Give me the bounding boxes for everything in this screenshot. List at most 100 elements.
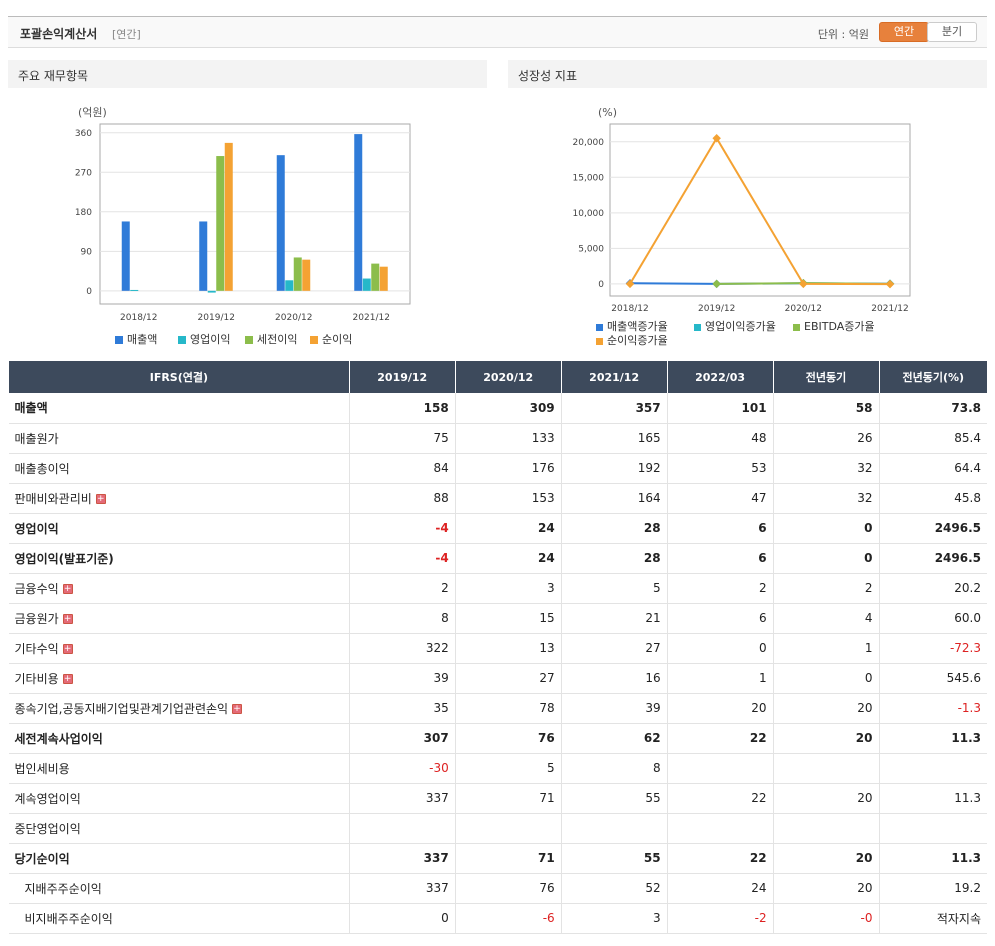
table-cell: 2 — [666, 573, 774, 604]
table-cell: 0 — [348, 903, 456, 934]
table-cell: 1 — [666, 663, 774, 694]
x-tick-label: 2021/12 — [353, 313, 390, 323]
legend-label: 영업이익 — [190, 333, 231, 346]
table-cell: 309 — [454, 393, 562, 424]
table-cell: 78 — [454, 693, 562, 724]
growth-line-chart: (%) 0 5,000 10,000 15,000 20,000 2018/12 2019/1… — [573, 106, 911, 314]
legend-label: 매출액 — [127, 333, 158, 346]
table-cell: 39 — [560, 693, 668, 724]
column-header: 전년동기(%) — [878, 361, 987, 393]
table-cell: 3 — [560, 903, 668, 934]
table-cell: 20 — [772, 783, 879, 814]
table-cell: 1 — [772, 633, 879, 664]
legend-item: 영업이익 — [178, 331, 230, 347]
row-label: 지배주주순이익 — [8, 873, 350, 904]
expand-plus-icon[interactable]: + — [62, 674, 73, 684]
quarter-button[interactable]: 분기 — [927, 22, 977, 42]
table-cell: 28 — [560, 543, 668, 574]
table-cell: 27 — [560, 633, 668, 664]
legend-label: 세전이익 — [257, 333, 298, 346]
table-cell: 84 — [348, 453, 456, 484]
row-label-text: 금융수익 — [14, 581, 59, 596]
left-panel-title: 주요 재무항목 — [8, 60, 487, 88]
legend-swatch — [596, 323, 603, 331]
x-tick-label: 2019/12 — [198, 313, 235, 323]
plot-frame — [99, 123, 411, 305]
y-tick-label: 270 — [75, 168, 92, 178]
expand-plus-icon[interactable]: + — [62, 584, 73, 594]
row-label-text: 영업이익 — [14, 521, 59, 536]
table-cell: 73.8 — [878, 393, 987, 424]
expand-plus-icon[interactable]: + — [95, 494, 106, 504]
row-label: 기타수익 + — [8, 633, 350, 664]
table-cell: 158 — [348, 393, 456, 424]
table-row: 당기순이익 337 71 55 22 20 11.3 — [8, 843, 987, 874]
table-cell: 5 — [454, 753, 562, 784]
period-tag: [연간] — [112, 28, 141, 41]
legend-item: 매출액 — [115, 331, 157, 347]
table-cell: 176 — [454, 453, 562, 484]
table-cell: 48 — [666, 423, 774, 454]
table-cell: -4 — [348, 513, 456, 544]
y-tick-label: 20,000 — [573, 138, 605, 148]
table-cell: 71 — [454, 783, 562, 814]
table-cell: 13 — [454, 633, 562, 664]
table-cell — [666, 753, 774, 784]
table-cell: 19.2 — [878, 873, 987, 904]
legend-swatch — [178, 336, 186, 344]
table-cell: 20 — [666, 693, 774, 724]
row-label-text: 매출원가 — [14, 431, 59, 446]
table-cell: 15 — [454, 603, 562, 634]
statement-header: 포괄손익계산서 [연간] 단위 : 억원 연간 분기 — [8, 16, 987, 48]
table-row: 지배주주순이익 337 76 52 24 20 19.2 — [8, 873, 987, 904]
legend-item: 순이익증가율 — [596, 332, 668, 348]
table-cell: 22 — [666, 783, 774, 814]
income-statement-table: IFRS(연결) 2019/12 2020/12 2021/12 2022/03 전년동기… — [8, 361, 987, 934]
financial-items-bar-chart: (억원) 0 90 180 270 360 2018/12 2019/12 2020/12 202… — [75, 106, 411, 323]
table-cell: 22 — [666, 843, 774, 874]
row-label: 중단영업이익 — [8, 813, 350, 844]
expand-plus-icon[interactable]: + — [232, 704, 243, 714]
legend-swatch — [115, 336, 123, 344]
table-cell — [772, 753, 879, 784]
row-label: 매출원가 — [8, 423, 350, 454]
x-tick-label: 2020/12 — [275, 313, 312, 323]
table-cell: 35 — [348, 693, 456, 724]
table-cell: -1.3 — [878, 693, 987, 724]
table-cell: 101 — [666, 393, 774, 424]
table-cell: 39 — [348, 663, 456, 694]
table-cell: 20 — [772, 723, 879, 754]
x-tick-label: 2021/12 — [871, 304, 908, 314]
expand-plus-icon[interactable]: + — [62, 644, 73, 654]
legend-item: 세전이익 — [245, 331, 297, 347]
row-label-text: 금융원가 — [14, 611, 59, 626]
annual-button[interactable]: 연간 — [879, 22, 929, 42]
table-cell: 0 — [772, 513, 879, 544]
expand-plus-icon[interactable]: + — [62, 614, 73, 624]
table-cell: 307 — [348, 723, 456, 754]
x-tick-label: 2019/12 — [698, 304, 735, 314]
table-cell: 6 — [666, 513, 774, 544]
y-tick-label: 180 — [75, 208, 92, 218]
bar-영업이익 — [130, 289, 139, 291]
table-cell — [454, 813, 562, 844]
row-label-text: 비지배주주순이익 — [24, 911, 113, 926]
table-cell — [560, 813, 668, 844]
bar-순이익 — [379, 266, 388, 291]
table-cell — [666, 813, 774, 844]
bar-세전이익 — [371, 263, 380, 291]
bar-순이익 — [302, 259, 311, 291]
table-cell: 11.3 — [878, 843, 987, 874]
table-cell: 337 — [348, 873, 456, 904]
table-cell: 164 — [560, 483, 668, 514]
table-row: 판매비와관리비 +88 153 164 47 32 45.8 — [8, 483, 987, 514]
y-tick-label: 0 — [598, 280, 604, 290]
bar-매출액 — [199, 221, 208, 291]
table-cell: 545.6 — [878, 663, 987, 694]
legend-label: EBITDA증가율 — [804, 320, 875, 333]
table-cell: 76 — [454, 723, 562, 754]
table-cell: 6 — [666, 603, 774, 634]
row-label: 매출총이익 — [8, 453, 350, 484]
table-cell: 88 — [348, 483, 456, 514]
row-label: 금융원가 + — [8, 603, 350, 634]
